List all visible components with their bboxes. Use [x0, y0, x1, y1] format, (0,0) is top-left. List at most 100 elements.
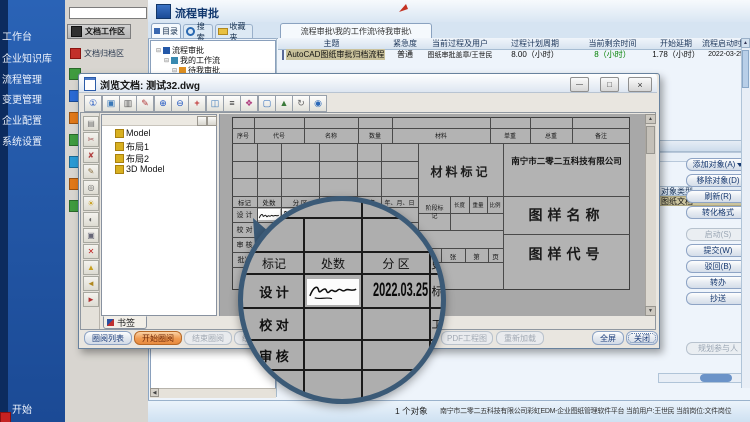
start-icon[interactable] — [0, 412, 11, 422]
sidebar-item-change[interactable]: 变更管理 — [2, 95, 42, 107]
close-button[interactable]: × — [628, 77, 652, 92]
prev-icon[interactable]: ◄ — [83, 276, 99, 291]
row-user[interactable]: 图纸审批盖章/王世民 — [425, 49, 495, 60]
tab-search[interactable]: 搜索 — [183, 24, 213, 38]
minimize-button[interactable]: — — [570, 77, 589, 92]
layers-icon[interactable]: ≡ — [223, 95, 241, 112]
approval-title: 流程审批 — [175, 5, 219, 21]
sidebar-item-process[interactable]: 流程管理 — [2, 75, 42, 87]
right-scrollbar-thumb[interactable] — [742, 50, 749, 88]
tab-directory-label: 目录 — [162, 26, 178, 37]
up-icon[interactable]: ▲ — [275, 95, 293, 112]
mag-header-mark: 标记 — [245, 253, 303, 273]
sidebar-item-config[interactable]: 企业配置 — [2, 116, 42, 128]
bookmark-label: 书签 — [117, 316, 135, 329]
row-cycle[interactable]: 8.00（小时） — [495, 49, 575, 60]
start-review-button[interactable]: 开始圈阅 — [134, 331, 182, 345]
annotate-icon[interactable]: ✎ — [136, 95, 154, 112]
frame-icon[interactable]: ▤ — [83, 116, 99, 131]
layout-node-model[interactable]: Model — [115, 128, 151, 138]
zoom-in-icon[interactable]: ⊕ — [154, 95, 172, 112]
sidebar-item-settings[interactable]: 系统设置 — [2, 137, 42, 149]
maximize-button[interactable]: □ — [600, 77, 619, 92]
bottom-scrollbar-thumb[interactable] — [700, 374, 732, 382]
mag-header-count: 处数 — [305, 253, 361, 273]
print-icon[interactable]: ▥ — [119, 95, 137, 112]
row-urgency[interactable]: 普通 — [385, 49, 425, 60]
row-remaining[interactable]: 8（小时） — [575, 49, 650, 60]
expander-icon[interactable]: ⊟ — [164, 57, 169, 64]
review-list-button[interactable]: 圈阅列表 — [84, 331, 132, 345]
right-scrollbar-track[interactable] — [741, 38, 750, 388]
row-delay[interactable]: 1.78（小时） — [650, 49, 702, 60]
end-review-button[interactable]: 结束圈阅 — [184, 331, 232, 345]
app-screen: 工作台 企业知识库 流程管理 变更管理 企业配置 系统设置 开始 文档工作区 文… — [0, 0, 750, 422]
info-icon[interactable]: ① — [84, 95, 102, 112]
workspace-button[interactable]: 文档工作区 — [67, 24, 131, 39]
play-icon[interactable]: ► — [83, 292, 99, 307]
tab-favorites[interactable]: 收藏夹 — [215, 24, 253, 38]
breadcrumb: 流程审批\我的工作流\待我审批\ — [280, 23, 432, 39]
pdf-drawing-button[interactable]: PDF工程图 — [441, 331, 493, 345]
viewer-title: 浏览文档: 测试32.dwg — [100, 77, 200, 92]
archive-button[interactable]: 文档归档区 — [67, 47, 131, 60]
monitor-icon[interactable]: ▢ — [258, 95, 276, 112]
material-mark-label: 材料标记 — [418, 160, 503, 182]
canvas-scroll-thumb[interactable] — [646, 126, 655, 154]
doc-filter-input[interactable] — [69, 7, 147, 19]
contrast-icon[interactable]: ◐ — [83, 212, 99, 227]
mag-signature-box — [307, 279, 359, 305]
mag-design-date: 2022.03.25 — [361, 275, 441, 307]
clip-icon[interactable]: ✂ — [83, 132, 99, 147]
expander-icon[interactable]: ⊟ — [156, 47, 161, 54]
scroll-left-icon[interactable]: ◀ — [150, 388, 159, 397]
close-viewer-button[interactable]: 关闭 — [626, 331, 658, 345]
grid-icon[interactable]: ▣ — [83, 228, 99, 243]
sheet-zhang: 张 — [441, 250, 465, 261]
fullscreen-button[interactable]: 全屏 — [592, 331, 624, 345]
parts-header-remark: 备注 — [572, 129, 630, 142]
start-button[interactable]: 开始 — [12, 405, 32, 417]
warn-icon[interactable]: ▲ — [83, 260, 99, 275]
workflow-doc-icon — [282, 50, 284, 60]
object-panel-band — [658, 140, 750, 152]
tree-mini-button-1[interactable] — [197, 116, 207, 126]
delete-icon[interactable]: ✕ — [83, 244, 99, 259]
pen-icon[interactable]: ✎ — [83, 164, 99, 179]
search-icon — [186, 27, 195, 36]
workspace-label: 文档工作区 — [85, 26, 125, 37]
pan-icon[interactable]: + — [188, 95, 206, 112]
palette-icon[interactable]: ❖ — [240, 95, 258, 112]
archive-icon — [70, 48, 81, 59]
sidebar-item-workbench[interactable]: 工作台 — [2, 32, 32, 44]
scroll-up-icon[interactable]: ▲ — [741, 38, 750, 48]
window-zoom-icon[interactable]: ◫ — [206, 95, 224, 112]
target-icon[interactable]: ◉ — [309, 95, 327, 112]
status-object-count: 1 个对象 — [395, 405, 428, 417]
mag-role-design: 设 计 — [245, 275, 303, 307]
zoom-out-icon[interactable]: ⊖ — [171, 95, 189, 112]
mag-role-check: 校 对 — [245, 309, 303, 339]
tab-directory[interactable]: 目录 — [151, 23, 181, 38]
canvas-scroll-up-icon[interactable]: ▲ — [645, 114, 656, 124]
sidebar-item-knowledge[interactable]: 企业知识库 — [2, 54, 52, 66]
reload-button[interactable]: 重新加载 — [496, 331, 544, 345]
refresh-icon[interactable]: ↻ — [292, 95, 310, 112]
bulb-icon[interactable]: ☀ — [83, 196, 99, 211]
parts-header-unitweight: 单重 — [490, 129, 530, 142]
image-icon[interactable]: ▣ — [102, 95, 120, 112]
pin-icon[interactable] — [398, 3, 409, 13]
directory-icon — [154, 28, 160, 34]
layout-node-3dmodel[interactable]: 3D Model — [115, 164, 165, 174]
myflow-icon — [171, 57, 178, 64]
workspace-icon — [71, 26, 82, 37]
bookmark-tab[interactable]: 书签 — [103, 316, 147, 329]
layout-icon — [115, 165, 124, 174]
cancel-icon[interactable]: ✘ — [83, 148, 99, 163]
row-subject[interactable]: AutoCAD图纸审批归档流程 — [278, 49, 385, 60]
parts-header-name: 名称 — [304, 129, 358, 142]
tree-mini-button-2[interactable] — [207, 116, 217, 126]
canvas-scroll-down-icon[interactable]: ▼ — [645, 306, 656, 316]
circle-markup-icon[interactable]: ◎ — [83, 180, 99, 195]
mag-role-review: 审 核 — [245, 341, 303, 369]
